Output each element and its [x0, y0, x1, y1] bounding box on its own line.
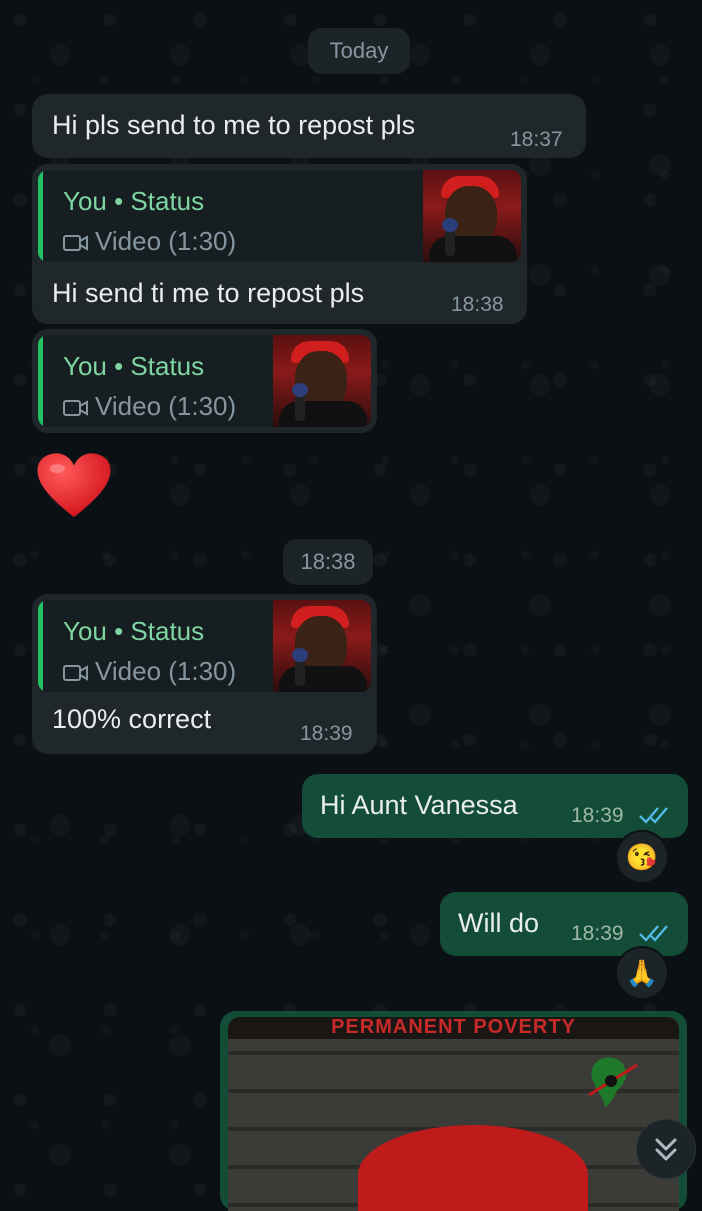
video-camera-icon [63, 665, 88, 681]
message-text: Hi pls send to me to repost pls [52, 110, 416, 140]
message-time: 18:38 [451, 293, 504, 316]
message-reaction[interactable]: 🙏 [615, 946, 669, 1000]
quoted-status[interactable]: You • Status Video (1:30) [38, 170, 521, 262]
quote-title: You • Status [63, 351, 205, 381]
red-cap-shape [358, 1125, 588, 1211]
message-time: 18:39 [571, 804, 624, 827]
reaction-emoji: 😘 [625, 842, 659, 872]
message-bubble-incoming[interactable]: You • Status Video (1:30) [32, 329, 377, 433]
message-time: 18:39 [300, 722, 353, 745]
quote-subtitle-row: Video (1:30) [63, 226, 236, 257]
shared-image[interactable]: PERMANENT POVERTY [228, 1017, 679, 1211]
message-bubble-incoming[interactable]: You • Status Video (1:30) Hi send ti me … [32, 164, 527, 324]
quote-title: You • Status [63, 616, 205, 646]
quote-accent-bar [38, 170, 43, 262]
message-text: Hi send ti me to repost pls [52, 278, 365, 308]
time-divider: 18:38 [283, 539, 373, 585]
date-divider: Today [308, 28, 410, 74]
message-bubble-outgoing[interactable]: Will do 18:39 [440, 892, 688, 956]
message-bubble-incoming[interactable]: Hi pls send to me to repost pls 18:37 [32, 94, 586, 158]
status-video-thumbnail [273, 335, 371, 427]
quote-accent-bar [38, 335, 43, 427]
quote-subtitle-row: Video (1:30) [63, 391, 236, 422]
message-reaction[interactable]: 😘 [615, 830, 669, 884]
date-divider-label: Today [329, 38, 389, 63]
status-video-thumbnail [423, 170, 521, 262]
logo-icon [588, 1057, 638, 1107]
message-bubble-outgoing-media[interactable]: PERMANENT POVERTY [220, 1011, 687, 1211]
message-text: Will do [458, 908, 540, 938]
scroll-to-bottom-button[interactable] [636, 1119, 696, 1179]
message-bubble-incoming[interactable]: You • Status Video (1:30) 100% correct 1… [32, 594, 377, 754]
read-receipt-icon [639, 925, 668, 942]
message-time: 18:39 [571, 922, 624, 945]
message-time: 18:37 [510, 128, 563, 151]
quote-subtitle: Video (1:30) [95, 391, 237, 421]
heart-emoji-message[interactable] [36, 448, 112, 524]
quoted-status[interactable]: You • Status Video (1:30) [38, 600, 371, 692]
message-text: Hi Aunt Vanessa [320, 790, 518, 820]
quote-title: You • Status [63, 186, 205, 216]
message-bubble-outgoing[interactable]: Hi Aunt Vanessa 18:39 [302, 774, 688, 838]
quote-subtitle: Video (1:30) [95, 656, 237, 686]
double-chevron-down-icon [655, 1138, 677, 1161]
video-camera-icon [63, 400, 88, 416]
reaction-emoji: 🙏 [625, 958, 659, 988]
time-divider-label: 18:38 [300, 549, 356, 574]
message-text: 100% correct [52, 704, 212, 734]
status-video-thumbnail [273, 600, 371, 692]
quote-subtitle-row: Video (1:30) [63, 656, 236, 687]
image-banner-text: PERMANENT POVERTY [228, 1017, 679, 1039]
quote-subtitle: Video (1:30) [95, 226, 237, 256]
quote-accent-bar [38, 600, 43, 692]
quoted-status[interactable]: You • Status Video (1:30) [38, 335, 371, 427]
video-camera-icon [63, 235, 88, 251]
read-receipt-icon [639, 807, 668, 824]
